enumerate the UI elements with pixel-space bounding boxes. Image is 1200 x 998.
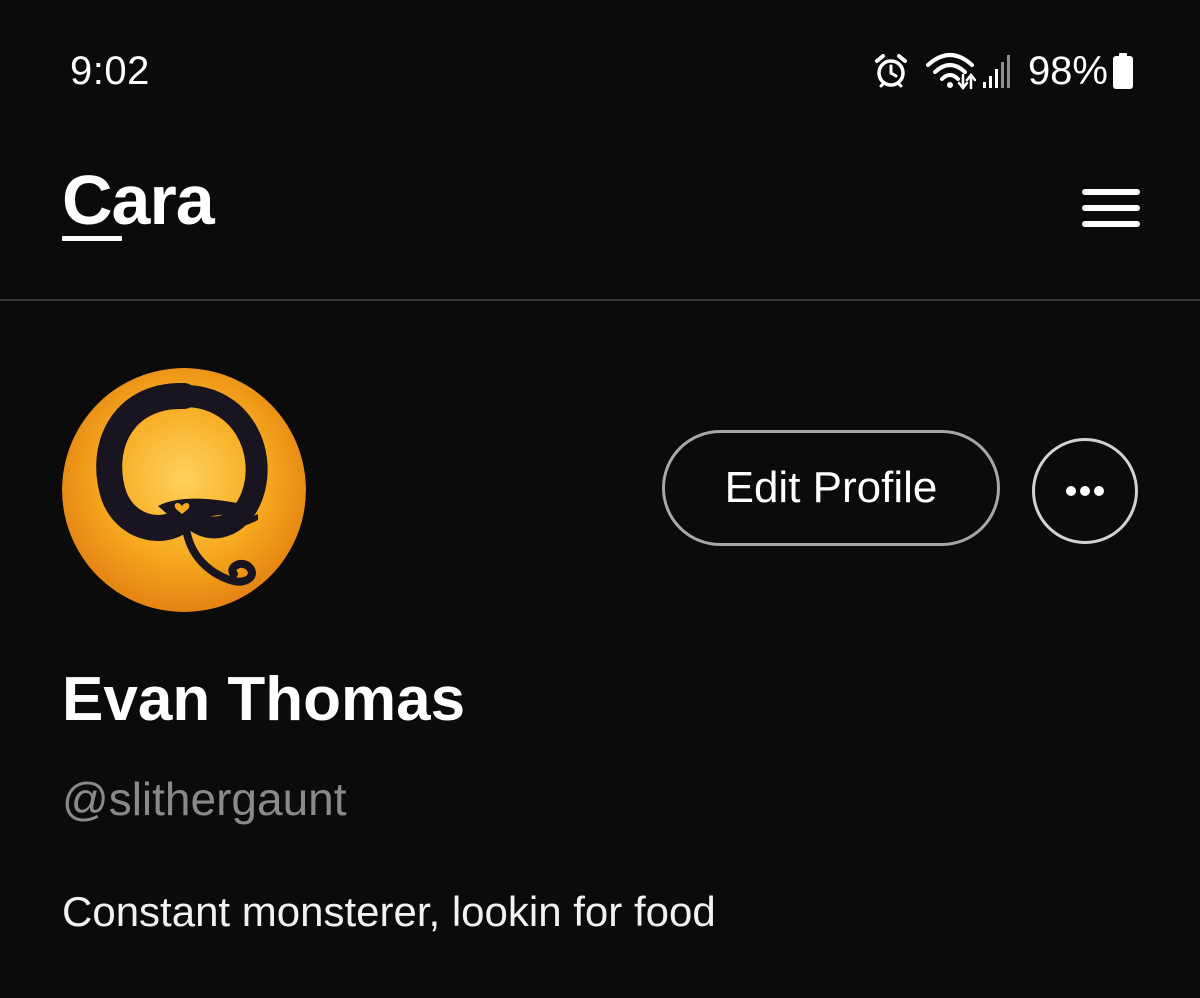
serpent-avatar-icon [62,368,306,612]
profile-display-name: Evan Thomas [62,665,466,734]
wifi-icon [924,51,976,91]
profile-avatar[interactable] [62,368,306,612]
more-options-icon [1066,486,1104,496]
profile-bio: Constant monsterer, lookin for food [62,888,716,935]
brand-underline [62,236,122,241]
hamburger-menu-icon-bar [1082,221,1140,227]
alarm-icon [872,52,910,90]
battery-percent: 98% [1027,49,1108,93]
hamburger-menu-icon [1082,189,1140,195]
edit-profile-button[interactable]: Edit Profile [662,430,1000,546]
hamburger-menu-icon-bar [1082,205,1140,211]
profile-username: @slithergaunt [62,773,347,825]
app-header: Cara [0,140,1200,300]
status-icons: 98% [872,46,1134,96]
more-options-button[interactable] [1032,438,1138,544]
header-divider [0,299,1200,301]
signal-icon [982,54,1012,88]
status-bar: 9:02 98% [0,0,1200,140]
hamburger-menu-button[interactable] [1064,178,1140,238]
battery-icon [1112,51,1134,91]
status-time: 9:02 [70,49,150,93]
brand-logo[interactable]: Cara [62,160,215,240]
